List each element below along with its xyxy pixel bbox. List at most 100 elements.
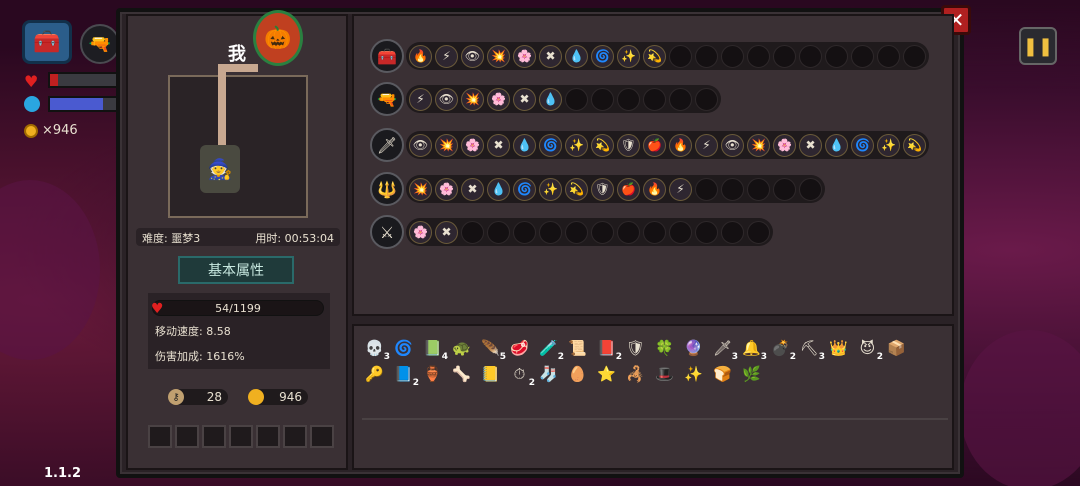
- upgrade-icon[interactable]: ✖: [461, 177, 484, 201]
- weapon-icon[interactable]: 🗡: [370, 128, 404, 162]
- upgrade-icon[interactable]: 🌀: [513, 177, 536, 201]
- upgrade-icon[interactable]: 🌀: [591, 44, 614, 68]
- item-icon[interactable]: 🧦: [536, 362, 561, 386]
- empty-slot[interactable]: [513, 220, 536, 244]
- empty-slot[interactable]: [877, 44, 900, 68]
- upgrade-icon[interactable]: 💧: [565, 44, 588, 68]
- upgrade-icon[interactable]: 💧: [825, 133, 848, 157]
- empty-slot[interactable]: [799, 44, 822, 68]
- item-icon[interactable]: 🐢: [449, 336, 474, 360]
- item-icon[interactable]: 🛡: [623, 336, 648, 360]
- item-icon[interactable]: 💀 3: [362, 336, 390, 362]
- empty-slot[interactable]: [695, 87, 718, 111]
- upgrade-icon[interactable]: ✖: [539, 44, 562, 68]
- empty-slot[interactable]: [695, 220, 718, 244]
- item-icon[interactable]: 📘 2: [391, 362, 419, 388]
- upgrade-icon[interactable]: ⚡: [409, 87, 432, 111]
- attributes-tab[interactable]: 基本属性: [178, 256, 294, 284]
- upgrade-icon[interactable]: ✨: [539, 177, 562, 201]
- upgrade-icon[interactable]: 💧: [539, 87, 562, 111]
- empty-slot[interactable]: [721, 177, 744, 201]
- upgrade-icon[interactable]: 🌀: [539, 133, 562, 157]
- empty-slot[interactable]: [903, 44, 926, 68]
- upgrade-icon[interactable]: 🍎: [617, 177, 640, 201]
- upgrade-icon[interactable]: 🌸: [409, 220, 432, 244]
- item-icon[interactable]: 🔑: [362, 362, 387, 386]
- upgrade-icon[interactable]: 🌸: [773, 133, 796, 157]
- upgrade-icon[interactable]: 🌀: [851, 133, 874, 157]
- item-icon[interactable]: 📕 2: [594, 336, 622, 362]
- item-icon[interactable]: 🎩: [652, 362, 677, 386]
- upgrade-icon[interactable]: 👁: [721, 133, 744, 157]
- empty-slot[interactable]: [747, 44, 770, 68]
- item-icon[interactable]: 🦂: [623, 362, 648, 386]
- upgrade-icon[interactable]: 👁: [409, 133, 432, 157]
- upgrade-icon[interactable]: 🌸: [461, 133, 484, 157]
- item-icon[interactable]: ⛏ 3: [797, 336, 825, 362]
- empty-slot[interactable]: [669, 220, 692, 244]
- item-icon[interactable]: 🗡 3: [710, 336, 738, 362]
- upgrade-icon[interactable]: 🌸: [435, 177, 458, 201]
- upgrade-icon[interactable]: 🛡: [617, 133, 640, 157]
- empty-slot[interactable]: [591, 220, 614, 244]
- empty-slot[interactable]: [721, 44, 744, 68]
- item-icon[interactable]: 💣 2: [768, 336, 796, 362]
- upgrade-icon[interactable]: 💫: [565, 177, 588, 201]
- upgrade-icon[interactable]: 🌸: [487, 87, 510, 111]
- upgrade-icon[interactable]: 🛡: [591, 177, 614, 201]
- item-icon[interactable]: 😈 2: [855, 336, 883, 362]
- upgrade-icon[interactable]: ✖: [799, 133, 822, 157]
- item-icon[interactable]: ⭐: [594, 362, 619, 386]
- upgrade-icon[interactable]: 👁: [461, 44, 484, 68]
- upgrade-icon[interactable]: 💥: [461, 87, 484, 111]
- item-icon[interactable]: 🥩: [507, 336, 532, 360]
- empty-slot[interactable]: [695, 44, 718, 68]
- item-icon[interactable]: 🔔 3: [739, 336, 767, 362]
- upgrade-icon[interactable]: ⚡: [695, 133, 718, 157]
- empty-slot[interactable]: [721, 220, 744, 244]
- upgrade-icon[interactable]: ✨: [617, 44, 640, 68]
- empty-slot[interactable]: [487, 220, 510, 244]
- item-icon[interactable]: 📒: [478, 362, 503, 386]
- empty-slot[interactable]: [461, 220, 484, 244]
- upgrade-icon[interactable]: 🍎: [643, 133, 666, 157]
- empty-slot[interactable]: [695, 177, 718, 201]
- pause-button[interactable]: ❚❚: [1019, 27, 1057, 65]
- equipment-slot[interactable]: [310, 425, 334, 448]
- weapon-icon[interactable]: 🧰: [370, 39, 404, 73]
- weapon-icon[interactable]: 🔫: [80, 24, 120, 64]
- item-icon[interactable]: 🍀: [652, 336, 677, 360]
- item-icon[interactable]: ✨: [681, 362, 706, 386]
- upgrade-icon[interactable]: 🌸: [513, 44, 536, 68]
- item-icon[interactable]: 🔮: [681, 336, 706, 360]
- empty-slot[interactable]: [669, 87, 692, 111]
- item-icon[interactable]: 👑: [826, 336, 851, 360]
- equipment-slot[interactable]: [283, 425, 307, 448]
- upgrade-icon[interactable]: 💫: [903, 133, 926, 157]
- upgrade-icon[interactable]: ✨: [877, 133, 900, 157]
- item-icon[interactable]: 🦴: [449, 362, 474, 386]
- empty-slot[interactable]: [591, 87, 614, 111]
- weapon-icon[interactable]: 🔫: [370, 82, 404, 116]
- empty-slot[interactable]: [565, 87, 588, 111]
- equipment-slot[interactable]: [175, 425, 199, 448]
- empty-slot[interactable]: [643, 87, 666, 111]
- upgrade-icon[interactable]: 💥: [487, 44, 510, 68]
- empty-slot[interactable]: [773, 44, 796, 68]
- empty-slot[interactable]: [617, 87, 640, 111]
- upgrade-icon[interactable]: ✖: [487, 133, 510, 157]
- upgrade-icon[interactable]: 👁: [435, 87, 458, 111]
- item-icon[interactable]: 🌿: [739, 362, 764, 386]
- upgrade-icon[interactable]: 💥: [747, 133, 770, 157]
- upgrade-icon[interactable]: 💫: [643, 44, 666, 68]
- upgrade-icon[interactable]: ✖: [513, 87, 536, 111]
- upgrade-icon[interactable]: 💧: [513, 133, 536, 157]
- upgrade-icon[interactable]: 🔥: [643, 177, 666, 201]
- item-icon[interactable]: ⏱ 2: [507, 362, 535, 388]
- empty-slot[interactable]: [747, 220, 770, 244]
- chest-icon[interactable]: 🧰: [22, 20, 72, 64]
- upgrade-icon[interactable]: 💥: [409, 177, 432, 201]
- upgrade-icon[interactable]: 💥: [435, 133, 458, 157]
- upgrade-icon[interactable]: 🔥: [669, 133, 692, 157]
- weapon-icon[interactable]: ⚔: [370, 215, 404, 249]
